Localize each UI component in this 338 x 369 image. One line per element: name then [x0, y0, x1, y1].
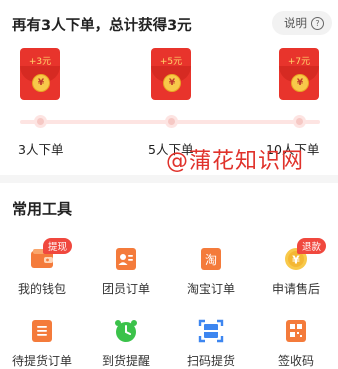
wallet-icon: 提现 — [29, 238, 73, 272]
reward-title: 再有3人下单，总计获得3元 — [12, 18, 192, 34]
scan-icon — [198, 318, 224, 344]
refund-badge: 退款 — [297, 238, 327, 254]
milestone-label: 3人下单 — [18, 142, 64, 157]
progress-dot — [165, 115, 178, 128]
explain-label: 说明 — [284, 16, 307, 30]
coin-icon: ¥ — [32, 74, 50, 92]
reward-section: 再有3人下单，总计获得3元 说明 ? +3元 ¥ +5元 ¥ +7元 ¥ 3人下… — [0, 0, 338, 175]
alarm-clock-icon — [113, 318, 139, 344]
section-divider — [0, 175, 338, 183]
tool-label: 签收码 — [277, 354, 314, 368]
tool-wallet[interactable]: 提现 我的钱包 — [0, 238, 84, 297]
explain-button[interactable]: 说明 ? — [272, 11, 332, 35]
tool-after-sale[interactable]: ¥ 退款 申请售后 — [254, 238, 338, 297]
member-order-icon — [113, 246, 139, 272]
tool-label: 扫码提货 — [186, 354, 235, 368]
tools-title: 常用工具 — [12, 200, 73, 218]
coin-icon: ¥ — [291, 74, 309, 92]
coin-icon: ¥ — [163, 74, 181, 92]
progress-dot — [34, 115, 47, 128]
tool-arrival-reminder[interactable]: 到货提醒 — [84, 318, 168, 369]
after-sale-icon: ¥ 退款 — [283, 238, 327, 272]
taobao-order-icon: 淘 — [198, 246, 224, 272]
progress-dot — [293, 115, 306, 128]
tool-label: 申请售后 — [271, 282, 320, 296]
page: 再有3人下单，总计获得3元 说明 ? +3元 ¥ +5元 ¥ +7元 ¥ 3人下… — [0, 0, 338, 369]
envelope-amount: +7元 — [287, 57, 311, 67]
tool-taobao-orders[interactable]: 淘 淘宝订单 — [169, 246, 253, 297]
red-envelope-5[interactable]: +5元 ¥ — [151, 48, 191, 100]
question-circle-icon: ? — [311, 16, 324, 30]
receipt-code-icon — [283, 318, 309, 344]
tool-receipt-code[interactable]: 签收码 — [254, 318, 338, 369]
tool-member-orders[interactable]: 团员订单 — [84, 246, 168, 297]
withdraw-badge: 提现 — [43, 238, 73, 254]
tool-label: 淘宝订单 — [186, 282, 235, 296]
tool-pickup-orders[interactable]: 待提货订单 — [0, 318, 84, 369]
yen-glyph: ¥ — [292, 254, 300, 267]
red-envelope-3[interactable]: +3元 ¥ — [20, 48, 60, 100]
red-envelope-10[interactable]: +7元 ¥ — [279, 48, 319, 100]
tool-scan-pickup[interactable]: 扫码提货 — [169, 318, 253, 369]
tool-label: 待提货订单 — [11, 354, 72, 368]
tool-label: 我的钱包 — [17, 282, 66, 296]
envelope-amount: +3元 — [28, 57, 52, 67]
tool-label: 团员订单 — [101, 282, 150, 296]
pickup-order-icon — [29, 318, 55, 344]
envelope-amount: +5元 — [159, 57, 183, 67]
watermark: @蒲花知识网 — [166, 149, 305, 174]
taobao-glyph: 淘 — [205, 253, 217, 267]
tool-label: 到货提醒 — [101, 354, 150, 368]
